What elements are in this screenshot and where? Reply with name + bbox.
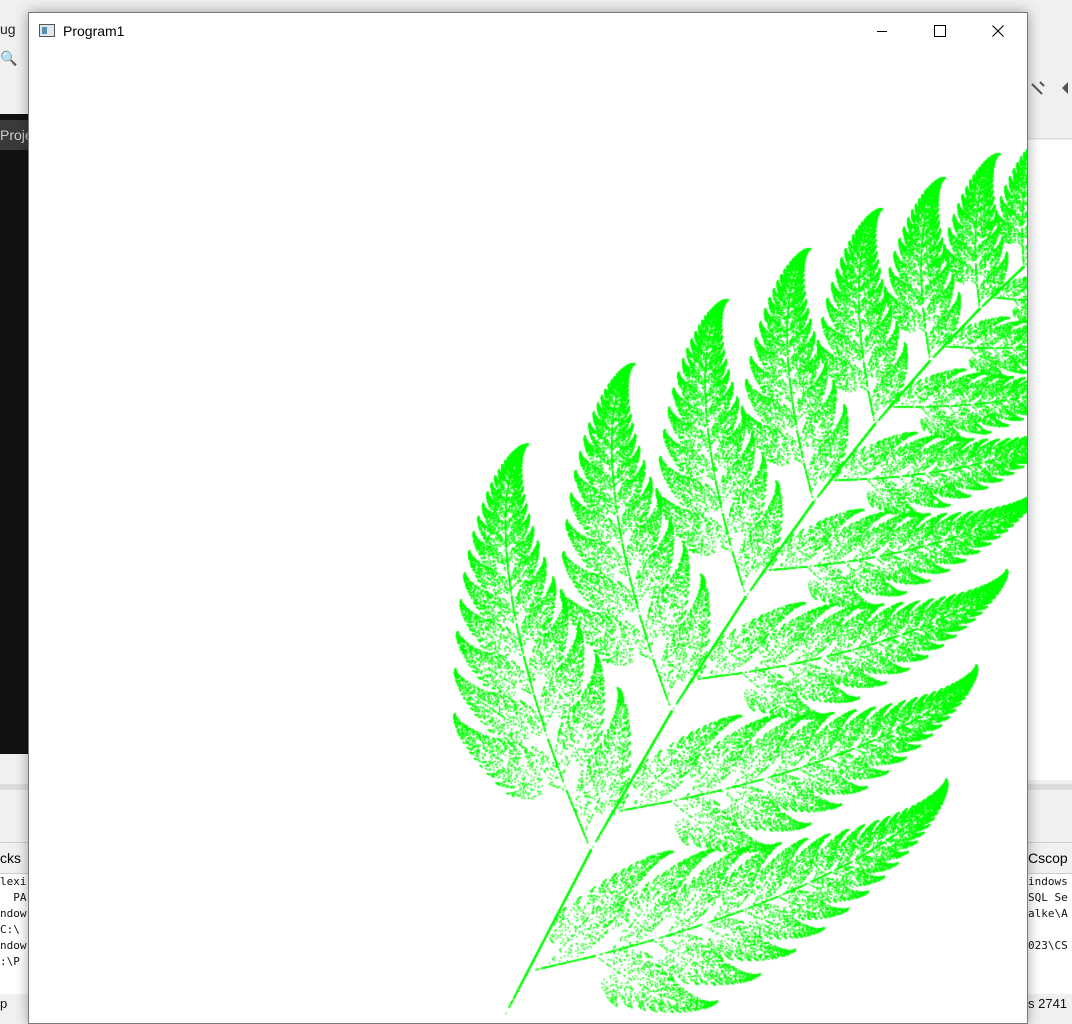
log-line: ndow xyxy=(0,906,28,922)
background-left-tab: cks xyxy=(0,842,28,874)
background-project-tab: Proje xyxy=(0,120,28,150)
minimize-button[interactable] xyxy=(853,13,911,49)
background-toolbar-left: 🔍 xyxy=(0,44,28,74)
background-editor-area xyxy=(1028,140,1072,780)
log-line: alke\A xyxy=(1028,906,1072,922)
app-icon xyxy=(39,24,55,37)
close-icon xyxy=(992,25,1004,37)
background-status-right: s 2741 xyxy=(1028,996,1072,1011)
close-button[interactable] xyxy=(969,13,1027,49)
background-right-tab: Cscop xyxy=(1028,842,1072,874)
title-bar[interactable]: Program1 xyxy=(29,13,1027,49)
log-line: lexi xyxy=(0,874,28,890)
log-line xyxy=(1028,922,1072,938)
window-title: Program1 xyxy=(63,23,124,39)
drawing-area xyxy=(29,49,1027,1023)
search-icon: 🔍 xyxy=(0,50,17,67)
background-toolbar-right xyxy=(1028,42,1072,139)
background-right-log: indows SQL Se alke\A 023\CS xyxy=(1028,874,1072,994)
fern-fractal-canvas xyxy=(29,49,1027,1023)
maximize-button[interactable] xyxy=(911,13,969,49)
program-window[interactable]: Program1 xyxy=(28,12,1028,1024)
background-menu-fragment: ug xyxy=(0,21,16,37)
background-left-log: lexi PA ndow C:\ ndow:\P xyxy=(0,874,28,994)
minimize-icon xyxy=(876,25,888,37)
log-line: :\P xyxy=(0,954,28,970)
wrench-icon xyxy=(1028,78,1072,118)
log-line: indows xyxy=(1028,874,1072,890)
log-line: PA xyxy=(0,890,28,906)
background-project-panel xyxy=(0,114,28,754)
log-line: 023\CS xyxy=(1028,938,1072,954)
log-line: C:\ xyxy=(0,922,28,938)
background-status-left: p xyxy=(0,996,7,1011)
maximize-icon xyxy=(934,25,946,37)
log-line: SQL Se xyxy=(1028,890,1072,906)
log-line: ndow xyxy=(0,938,28,954)
